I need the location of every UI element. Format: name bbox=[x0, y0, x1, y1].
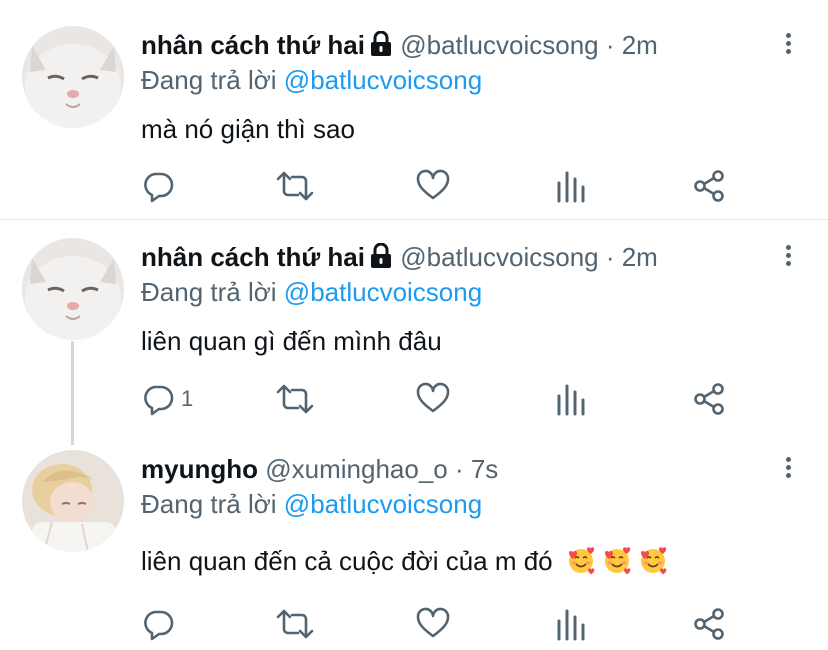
like-button[interactable] bbox=[416, 381, 450, 417]
display-name[interactable]: myungho bbox=[141, 454, 258, 484]
reply-count: 1 bbox=[181, 386, 194, 411]
reply-button[interactable] bbox=[141, 606, 181, 642]
tweet-text: mà nó giận thì sao bbox=[141, 114, 355, 144]
reply-icon bbox=[141, 607, 175, 641]
handle-and-time[interactable]: @batlucvoicsong · 2m bbox=[400, 242, 658, 272]
analytics-icon bbox=[556, 169, 586, 203]
lock-icon bbox=[369, 30, 393, 65]
like-button[interactable] bbox=[416, 168, 450, 204]
tweet-actions: 1 bbox=[0, 381, 828, 417]
retweet-icon bbox=[276, 607, 314, 641]
handle-and-time[interactable]: @xuminghao_o · 7s bbox=[265, 454, 498, 484]
share-button[interactable] bbox=[692, 606, 726, 642]
reply-context: Đang trả lời @batlucvoicsong bbox=[141, 63, 482, 97]
heart-icon bbox=[416, 382, 450, 416]
share-button[interactable] bbox=[692, 381, 726, 417]
more-icon[interactable] bbox=[778, 242, 798, 270]
mention-link[interactable]: @batlucvoicsong bbox=[284, 277, 482, 307]
tweet-text-content: liên quan đến cả cuộc đời của m đó bbox=[141, 546, 553, 576]
display-name[interactable]: nhân cách thứ hai bbox=[141, 242, 365, 272]
more-icon[interactable] bbox=[778, 30, 798, 58]
analytics-button[interactable] bbox=[556, 606, 586, 642]
tweet-text: liên quan gì đến mình đâu bbox=[141, 326, 442, 356]
retweet-icon bbox=[276, 382, 314, 416]
avatar[interactable] bbox=[22, 238, 124, 340]
smiling-face-with-hearts-emoji bbox=[602, 546, 632, 584]
tweet-actions bbox=[0, 606, 828, 642]
reply-prefix: Đang trả lời bbox=[141, 277, 277, 307]
retweet-icon bbox=[276, 169, 314, 203]
heart-icon bbox=[416, 169, 450, 203]
share-icon bbox=[692, 382, 726, 416]
share-icon bbox=[692, 607, 726, 641]
reply-prefix: Đang trả lời bbox=[141, 489, 277, 519]
share-button[interactable] bbox=[692, 168, 726, 204]
reply-icon bbox=[141, 382, 175, 416]
tweet-actions bbox=[0, 168, 828, 204]
reply-icon bbox=[141, 169, 175, 203]
retweet-button[interactable] bbox=[276, 606, 314, 642]
analytics-button[interactable] bbox=[556, 381, 586, 417]
mention-link[interactable]: @batlucvoicsong bbox=[284, 65, 482, 95]
lock-icon bbox=[369, 242, 393, 277]
like-button[interactable] bbox=[416, 606, 450, 642]
reply-prefix: Đang trả lời bbox=[141, 65, 277, 95]
more-icon[interactable] bbox=[778, 454, 798, 482]
retweet-button[interactable] bbox=[276, 381, 314, 417]
handle-and-time[interactable]: @batlucvoicsong · 2m bbox=[400, 30, 658, 60]
reply-context: Đang trả lời @batlucvoicsong bbox=[141, 275, 482, 309]
tweet-text: liên quan đến cả cuộc đời của m đó bbox=[141, 544, 668, 584]
reply-button[interactable] bbox=[141, 168, 181, 204]
retweet-button[interactable] bbox=[276, 168, 314, 204]
display-name[interactable]: nhân cách thứ hai bbox=[141, 30, 365, 60]
share-icon bbox=[692, 169, 726, 203]
smiling-face-with-hearts-emoji bbox=[638, 546, 668, 584]
analytics-icon bbox=[556, 382, 586, 416]
analytics-icon bbox=[556, 607, 586, 641]
mention-link[interactable]: @batlucvoicsong bbox=[284, 489, 482, 519]
avatar[interactable] bbox=[22, 450, 124, 552]
smiling-face-with-hearts-emoji bbox=[566, 546, 596, 584]
analytics-button[interactable] bbox=[556, 168, 586, 204]
avatar[interactable] bbox=[22, 26, 124, 128]
reply-context: Đang trả lời @batlucvoicsong bbox=[141, 487, 482, 521]
reply-button[interactable]: 1 bbox=[141, 381, 193, 417]
tweet-divider bbox=[0, 219, 828, 220]
heart-icon bbox=[416, 607, 450, 641]
